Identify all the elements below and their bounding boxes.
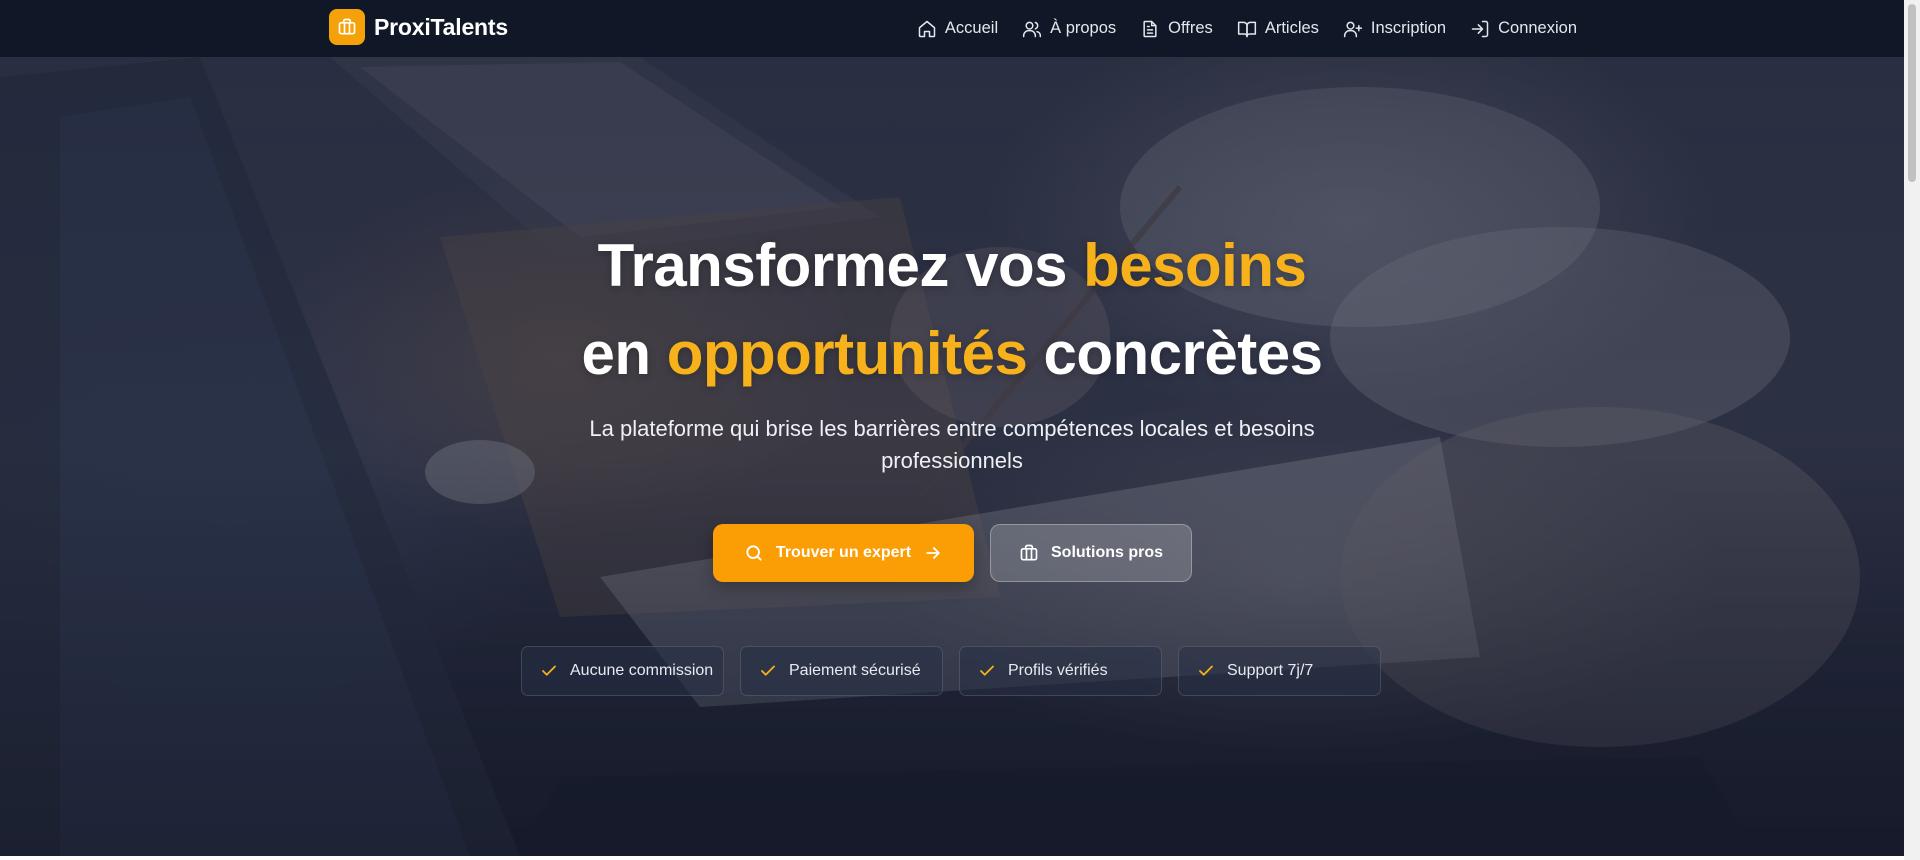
check-icon: [1199, 665, 1213, 676]
headline-accent: opportunités: [666, 320, 1028, 387]
page-bottom-edge: [0, 856, 1904, 860]
home-icon: [918, 20, 936, 37]
page: ProxiTalents Accueil À propos Offres Art…: [0, 0, 1920, 860]
pro-solutions-button[interactable]: Solutions pros: [990, 524, 1192, 582]
book-open-icon: [1237, 21, 1256, 37]
main-nav: Accueil À propos Offres Articles Inscrip…: [917, 0, 1577, 57]
nav-item-label: Articles: [1264, 19, 1319, 37]
document-icon: [1143, 20, 1157, 37]
hero-section: Transformez vos besoins en opportunités …: [0, 57, 1904, 856]
briefcase-icon: [329, 9, 365, 45]
nav-item-label: Inscription: [1370, 19, 1447, 37]
search-icon: [746, 545, 762, 561]
feature-label: Profils vérifiés: [1008, 662, 1108, 679]
nav-item-accueil[interactable]: Accueil: [917, 19, 998, 39]
check-icon: [980, 665, 994, 676]
headline-text: concrètes: [1027, 320, 1323, 387]
brand-link[interactable]: ProxiTalents: [329, 9, 508, 45]
feature-badges: Aucune commission Paiement sécurisé Prof…: [521, 646, 1381, 696]
button-label: Trouver un expert: [775, 544, 912, 561]
navbar: ProxiTalents Accueil À propos Offres Art…: [0, 0, 1904, 57]
nav-item-label: À propos: [1050, 19, 1117, 37]
feature-label: Aucune commission: [570, 662, 714, 679]
cta-row: Trouver un expert Solutions pros: [713, 524, 1192, 582]
hero-subtitle: La plateforme qui brise les barrières en…: [589, 416, 1315, 473]
check-icon: [542, 665, 556, 676]
headline-accent: besoins: [1083, 232, 1307, 299]
feature-badge: Paiement sécurisé: [740, 646, 943, 696]
button-label: Solutions pros: [1051, 544, 1163, 561]
nav-item-articles[interactable]: Articles: [1237, 19, 1319, 39]
arrow-right-icon: [926, 547, 940, 559]
nav-item-label: Accueil: [944, 19, 999, 37]
login-icon: [1471, 20, 1489, 37]
nav-item-inscription[interactable]: Inscription: [1343, 19, 1446, 39]
feature-label: Paiement sécurisé: [789, 662, 921, 679]
nav-item-label: Connexion: [1498, 19, 1577, 37]
feature-badge: Profils vérifiés: [959, 646, 1162, 696]
brand-name: ProxiTalents: [374, 13, 508, 40]
nav-item-offres[interactable]: Offres: [1140, 19, 1213, 39]
briefcase-icon: [1020, 544, 1038, 561]
check-icon: [761, 665, 775, 676]
headline-text: en: [581, 320, 667, 387]
feature-label: Support 7j/7: [1227, 662, 1314, 679]
nav-item-a-propos[interactable]: À propos: [1022, 19, 1116, 39]
feature-badge: Support 7j/7: [1178, 646, 1381, 696]
user-plus-icon: [1343, 21, 1362, 37]
scrollbar-thumb[interactable]: [1908, 4, 1916, 182]
find-expert-button[interactable]: Trouver un expert: [713, 524, 974, 582]
headline-text: Transformez vos: [597, 232, 1084, 299]
hero-headline: Transformez vos besoins en opportunités …: [0, 222, 1904, 398]
nav-item-connexion[interactable]: Connexion: [1470, 19, 1577, 39]
feature-badge: Aucune commission: [521, 646, 724, 696]
vertical-scrollbar[interactable]: [1904, 0, 1920, 860]
nav-item-label: Offres: [1168, 19, 1213, 37]
users-icon: [1023, 21, 1042, 37]
